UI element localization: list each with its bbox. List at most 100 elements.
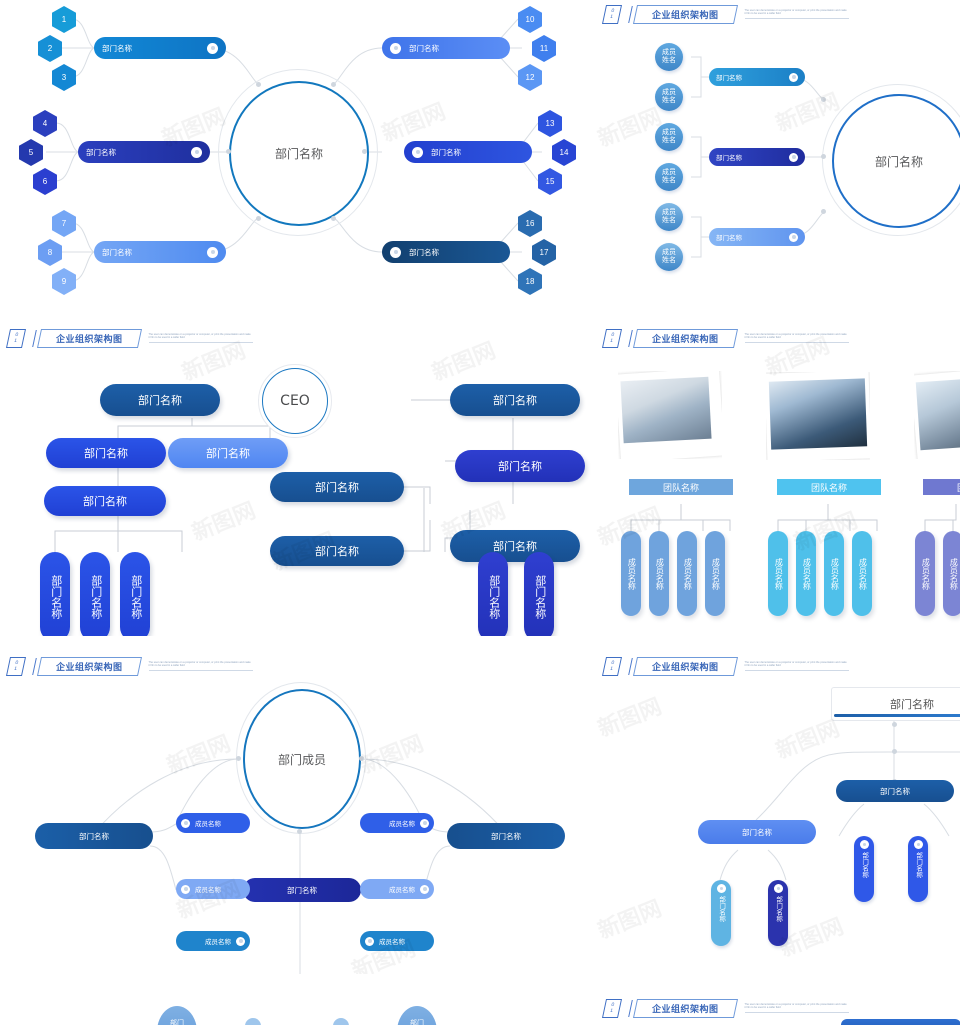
member-pill[interactable]: 成员名称 (360, 931, 434, 951)
member-pill[interactable]: 成员名称 (677, 531, 697, 616)
team-header[interactable]: 团队名称 (777, 479, 881, 495)
top-box-underline (834, 714, 960, 717)
team-header[interactable]: 团队名称 (923, 479, 960, 495)
pill-dot-icon (207, 42, 218, 54)
pill-dot-icon (913, 840, 923, 849)
org-box-vertical[interactable]: 部门名称 (80, 552, 110, 636)
header-number-bottom: 1 (609, 1007, 614, 1013)
org-box-vertical[interactable]: 部门名称 (478, 552, 508, 636)
dept-pill[interactable]: 部门名称 (447, 823, 565, 849)
dept-pill-label: 部门名称 (102, 247, 132, 257)
member-circle[interactable]: 成员 姓名 (655, 43, 683, 71)
org-box[interactable]: 部门名称 (455, 450, 585, 482)
member-pill[interactable]: 成员名称 (705, 531, 725, 616)
org-box-vertical[interactable]: 部门名称 (524, 552, 554, 636)
member-pill[interactable]: 成员名称 (360, 879, 434, 899)
hex-label: 15 (545, 177, 555, 186)
org-box[interactable]: 部门名称 (450, 384, 580, 416)
member-pill[interactable]: 成员名称 (796, 531, 816, 616)
member-pill[interactable]: 成员名称 (176, 813, 250, 833)
member-pill[interactable]: 成员名称 (360, 813, 434, 833)
member-pill-label: 成员名称 (379, 939, 405, 946)
leaf-pill[interactable]: 部门名称 (908, 836, 928, 902)
pill-dot-icon (789, 152, 798, 162)
org-box[interactable]: 部门名称 (270, 472, 404, 502)
pill-dot-icon (859, 840, 869, 849)
dept-pill[interactable]: 部门名称 (709, 148, 805, 166)
hex-label: 1 (61, 15, 67, 24)
org-box-vertical[interactable]: 部门名称 (40, 552, 70, 636)
member-pill-label: 成员名称 (195, 821, 221, 828)
bottom-circle[interactable]: 部门 (397, 1006, 437, 1025)
member-pill[interactable]: 成员名称 (943, 531, 960, 616)
dept-pill-label: 部门名称 (102, 43, 132, 53)
header-title-box: 企业组织架构图 (632, 998, 738, 1018)
member-circle[interactable]: 成员 姓名 (655, 243, 683, 271)
dept-pill[interactable]: 部门名称 (709, 68, 805, 86)
dept-pill-label: 部门名称 (716, 75, 742, 82)
member-pill[interactable]: 成员名称 (915, 531, 935, 616)
dept-pill[interactable]: 部门名称 (709, 228, 805, 246)
member-pill[interactable]: 成员名称 (649, 531, 669, 616)
org-box-label: 部门名称 (129, 575, 142, 619)
center-node-panel2[interactable]: 部门名称 (832, 94, 960, 228)
member-circle-line1: 成员 (662, 129, 676, 136)
bottom-dot (245, 1018, 261, 1025)
team-header[interactable]: 团队名称 (629, 479, 733, 495)
dept-pill[interactable]: 部门名称 (243, 878, 361, 902)
joint-dot (892, 722, 897, 727)
member-pill[interactable]: 成员名称 (176, 931, 250, 951)
org-box[interactable]: 部门名称 (270, 536, 404, 566)
joint-dot (256, 216, 261, 221)
bottom-circle[interactable]: 部门 (157, 1006, 197, 1025)
pill-dot-icon (412, 146, 423, 158)
dept-pill[interactable]: 部门名称 (698, 820, 816, 844)
dept-pill[interactable]: 部门名称 (78, 141, 210, 163)
hex-label: 12 (525, 73, 535, 82)
leaf-pill[interactable]: 部门名称 (711, 880, 731, 946)
ceo-node[interactable]: CEO (258, 364, 332, 438)
member-pill[interactable]: 成员名称 (621, 531, 641, 616)
member-circle[interactable]: 成员 姓名 (655, 163, 683, 191)
panel-ceo-org-chart: 01 企业组织架构图 The user can demonstrate on a… (0, 324, 592, 636)
org-box[interactable]: 部门名称 (450, 530, 580, 562)
org-box[interactable]: 部门名称 (44, 486, 166, 516)
leaf-pill[interactable]: 部门名称 (854, 836, 874, 902)
org-box[interactable]: 部门名称 (168, 438, 288, 468)
pill-dot-icon (716, 884, 726, 893)
org-box[interactable]: 部门名称 (100, 384, 220, 416)
dept-pill[interactable]: 部门名称 (382, 37, 510, 59)
dept-pill[interactable]: 部门名称 (382, 241, 510, 263)
hex-label: 3 (61, 73, 67, 82)
org-box[interactable]: 部门名称 (46, 438, 166, 468)
org-box-vertical[interactable]: 部门名称 (120, 552, 150, 636)
dept-pill[interactable]: 部门名称 (404, 141, 532, 163)
joint-dot (892, 749, 897, 754)
dept-pill[interactable]: 部门名称 (94, 37, 226, 59)
dept-pill[interactable]: 部门名称 (94, 241, 226, 263)
center-node-panel1[interactable]: 部门名称 (229, 81, 369, 226)
member-pill[interactable]: 成员名称 (824, 531, 844, 616)
center-node-panel5[interactable]: 部门成员 (243, 689, 361, 829)
team-header-label: 团队名称 (662, 482, 699, 493)
member-circle[interactable]: 成员 姓名 (655, 123, 683, 151)
dept-pill[interactable]: 部门名称 (836, 780, 954, 802)
member-pill[interactable]: 成员名称 (768, 531, 788, 616)
panel-team-photos: 01 企业组织架构图 The user can demonstrate on a… (596, 324, 960, 636)
member-circle-line2: 姓名 (662, 217, 676, 224)
pill-dot-icon (236, 936, 245, 946)
bottom-circle-label: 部门 (410, 1020, 424, 1025)
member-circle[interactable]: 成员 姓名 (655, 83, 683, 111)
member-pill-label: 成员名称 (858, 557, 868, 590)
member-circle[interactable]: 成员 姓名 (655, 203, 683, 231)
dept-pill-label: 部门名称 (79, 831, 109, 841)
leaf-pill[interactable]: 部门名称 (768, 880, 788, 946)
member-pill[interactable]: 成员名称 (176, 879, 250, 899)
pill-dot-icon (390, 42, 401, 54)
org-box-label: 部门名称 (138, 395, 182, 407)
joint-dot (331, 82, 336, 87)
hex-label: 13 (545, 119, 555, 128)
dept-pill[interactable]: 部门名称 (35, 823, 153, 849)
bottom-right-box[interactable] (841, 1019, 960, 1025)
member-pill[interactable]: 成员名称 (852, 531, 872, 616)
